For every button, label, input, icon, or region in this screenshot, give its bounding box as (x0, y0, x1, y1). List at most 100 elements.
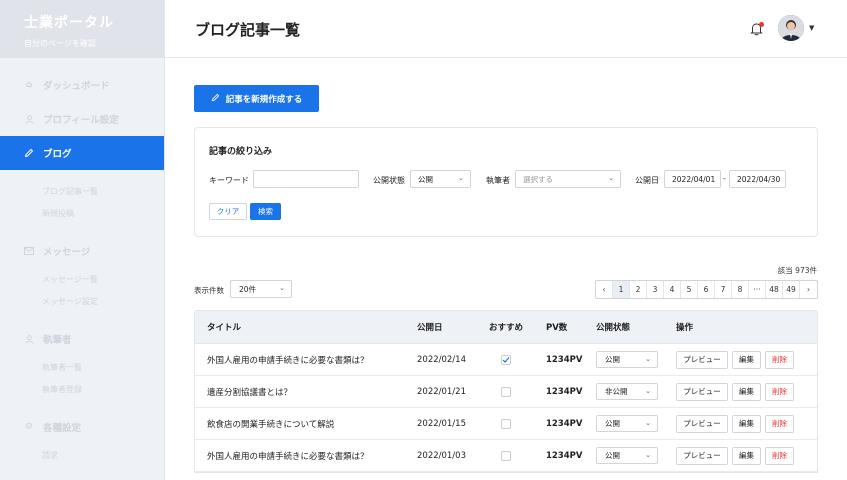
preview-button[interactable]: プレビュー (676, 382, 728, 401)
sidebar-item-settings[interactable]: ⚙ 各種設定 (0, 410, 164, 444)
pencil-icon (211, 93, 220, 104)
status-select[interactable]: 公開 ⌄ (596, 447, 658, 464)
brand-subtitle[interactable]: 自分のページを確認 (24, 38, 164, 49)
preview-button[interactable]: プレビュー (676, 446, 728, 465)
date-to-input[interactable]: 2022/04/30 (729, 170, 786, 188)
page-button[interactable]: 2 (630, 281, 647, 298)
page-button[interactable]: 48 (766, 281, 783, 298)
status-select[interactable]: 公開 ⌄ (596, 351, 658, 368)
status-label: 公開状態 (373, 176, 405, 185)
chevron-down-icon: ⌄ (645, 419, 651, 427)
prev-page-button[interactable]: ‹ (596, 281, 613, 298)
row-title[interactable]: 外国人雇用の申請手続きに必要な書類は？ (195, 354, 417, 366)
search-button[interactable]: 検索 (250, 203, 281, 220)
sidebar-item-dashboard[interactable]: ⌂ ダッシュボード (0, 68, 164, 102)
page-button[interactable]: 8 (732, 281, 749, 298)
preview-button[interactable]: プレビュー (676, 414, 728, 433)
delete-button[interactable]: 削除 (765, 414, 794, 433)
per-page-select[interactable]: 20件 ⌄ (230, 280, 292, 298)
status-select[interactable]: 公開 ⌄ (596, 415, 658, 432)
edit-button[interactable]: 編集 (732, 382, 761, 401)
chevron-down-icon: ⌄ (645, 355, 651, 363)
page-button[interactable]: 49 (783, 281, 800, 298)
brand-title: 士業ポータル (24, 15, 114, 31)
recommended-checkbox[interactable] (501, 386, 511, 397)
clear-button[interactable]: クリア (209, 203, 247, 220)
new-post-button[interactable]: 記事を新規作成する (194, 85, 319, 112)
avatar-caret-icon[interactable]: ▼ (809, 24, 814, 32)
sidebar-sub-author-register[interactable]: 執筆者登録 (0, 378, 164, 400)
filter-title: 記事の絞り込み (209, 147, 273, 157)
sidebar-item-label: 執筆者 (43, 335, 72, 346)
status-select-value: 公開 (605, 355, 620, 364)
edit-button[interactable]: 編集 (732, 414, 761, 433)
edit-button[interactable]: 編集 (732, 446, 761, 465)
avatar[interactable] (778, 15, 804, 41)
result-count: 該当 973件 (777, 266, 817, 275)
date-from-input[interactable]: 2022/04/01 (664, 170, 721, 188)
table-body: 外国人雇用の申請手続きに必要な書類は？ 2022/02/14 1234PV 公開 ⌄ プレ… (195, 344, 817, 472)
row-date: 2022/02/14 (417, 354, 466, 365)
recommended-checkbox[interactable] (501, 450, 511, 461)
mail-icon (24, 246, 34, 256)
pagination: ‹ 1 2 3 4 5 6 7 8 ··· 48 49 › (595, 280, 818, 299)
delete-button[interactable]: 削除 (765, 350, 794, 369)
page-button[interactable]: 6 (698, 281, 715, 298)
sidebar-sub-author-list[interactable]: 執筆者一覧 (0, 356, 164, 378)
brand[interactable]: 士業ポータル 自分のページを確認 (0, 0, 164, 58)
sidebar-sub-message-list[interactable]: メッセージ一覧 (0, 268, 164, 290)
pencil-icon (24, 148, 34, 158)
status-select-value: 非公開 (605, 387, 628, 396)
per-page-label: 表示件数 (194, 286, 224, 295)
next-page-button[interactable]: › (800, 281, 817, 298)
sidebar-item-label: ダッシュボード (43, 81, 110, 92)
table-row: 外国人雇用の申請手続きに必要な書類は？ 2022/02/14 1234PV 公開 ⌄ プレ… (195, 344, 817, 376)
sidebar-item-messages[interactable]: メッセージ (0, 234, 164, 268)
row-title[interactable]: 遺産分割協議書とは？ (195, 386, 417, 398)
sidebar-item-profile[interactable]: プロフィール設定 (0, 102, 164, 136)
sidebar-sub-message-settings[interactable]: メッセージ設定 (0, 290, 164, 312)
gear-icon: ⚙ (24, 422, 34, 432)
page-button[interactable]: 3 (647, 281, 664, 298)
row-date: 2022/01/15 (417, 418, 466, 429)
row-title[interactable]: 飲食店の開業手続きについて解説 (195, 418, 417, 430)
table-row: 外国人雇用の申請手続きに必要な書類は？ 2022/01/03 1234PV 公開 ⌄ プレ… (195, 440, 817, 472)
delete-button[interactable]: 削除 (765, 446, 794, 465)
sidebar-item-label: メッセージ (43, 247, 91, 258)
preview-button[interactable]: プレビュー (676, 350, 728, 369)
date-separator: - (723, 174, 726, 183)
notification-bell-icon[interactable] (750, 22, 764, 36)
chevron-down-icon: ⌄ (279, 284, 285, 292)
row-pv: 1234PV (546, 450, 583, 461)
status-select[interactable]: 非公開 ⌄ (596, 383, 658, 400)
col-title: タイトル (207, 323, 242, 333)
row-date: 2022/01/21 (417, 386, 466, 397)
keyword-input[interactable] (253, 170, 359, 188)
sidebar-sub-blog-list[interactable]: ブログ記事一覧 (0, 180, 164, 202)
row-title[interactable]: 外国人雇用の申請手続きに必要な書類は？ (195, 450, 417, 462)
col-status: 公開状態 (596, 323, 631, 333)
page-button[interactable]: 4 (664, 281, 681, 298)
date-label: 公開日 (635, 176, 659, 185)
delete-button[interactable]: 削除 (765, 382, 794, 401)
page-button[interactable]: 5 (681, 281, 698, 298)
keyword-label: キーワード (209, 176, 249, 185)
recommended-checkbox[interactable] (501, 354, 511, 365)
col-recommended: おすすめ (489, 323, 524, 333)
edit-button[interactable]: 編集 (732, 350, 761, 369)
status-select-value: 公開 (605, 419, 620, 428)
recommended-checkbox[interactable] (501, 418, 511, 429)
author-select[interactable]: 選択する ⌄ (515, 170, 621, 188)
sidebar-sub-billing[interactable]: 請求 (0, 444, 164, 466)
author-select-placeholder: 選択する (523, 174, 553, 184)
sidebar-item-authors[interactable]: 執筆者 (0, 322, 164, 356)
table-header: タイトル 公開日 おすすめ PV数 公開状態 操作 (195, 311, 817, 344)
sidebar-item-blog[interactable]: ブログ (0, 136, 164, 170)
page-button[interactable]: 7 (715, 281, 732, 298)
sidebar-item-label: プロフィール設定 (43, 115, 119, 126)
page-button[interactable]: 1 (613, 281, 630, 298)
sidebar-sub-new-post[interactable]: 新規投稿 (0, 202, 164, 224)
new-post-label: 記事を新規作成する (225, 93, 303, 104)
notification-dot (759, 22, 764, 27)
status-select[interactable]: 公開 ⌄ (410, 170, 471, 188)
